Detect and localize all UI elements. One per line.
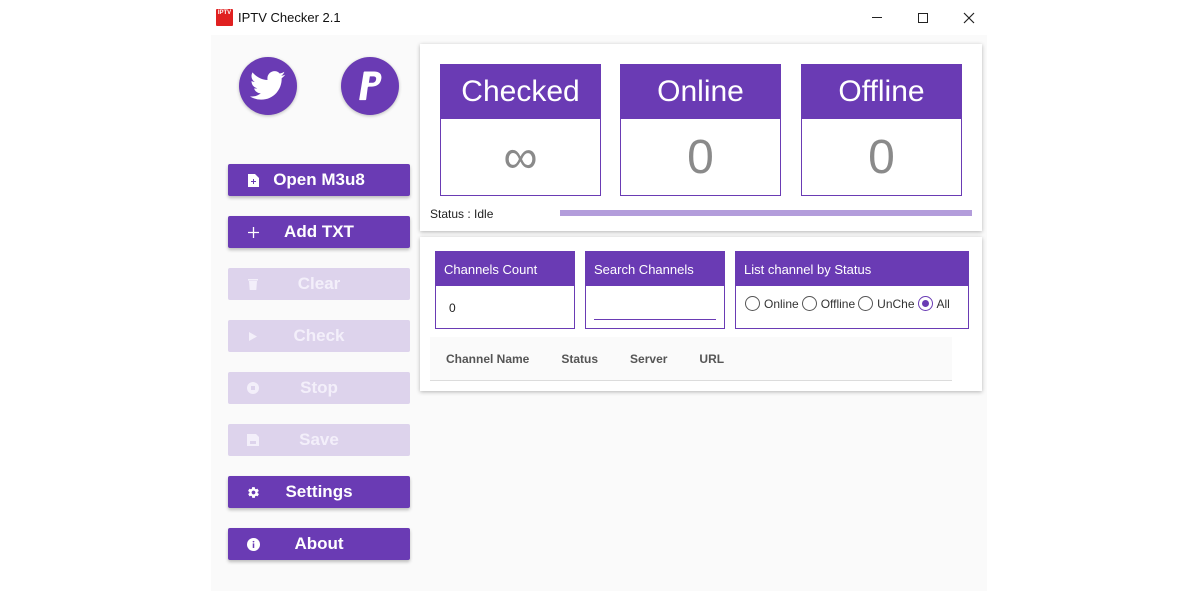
radio-online[interactable]: Online: [745, 296, 799, 311]
radio-online-label: Online: [764, 296, 799, 311]
search-input[interactable]: [594, 298, 716, 320]
checked-stat: Checked ∞: [440, 64, 601, 196]
status-radio-group: Online Offline UnChe All: [745, 296, 953, 311]
add-txt-button[interactable]: Add TXT: [228, 216, 410, 248]
radio-circle-icon: [858, 296, 874, 311]
close-button[interactable]: [946, 0, 992, 35]
maximize-button[interactable]: [900, 0, 946, 35]
search-channels-label: Search Channels: [586, 252, 724, 286]
online-value: 0: [687, 131, 714, 184]
file-icon: [246, 173, 260, 187]
radio-circle-icon: [917, 296, 933, 311]
status-text: Status : Idle: [430, 207, 494, 221]
column-server[interactable]: Server: [630, 352, 667, 366]
offline-value: 0: [868, 131, 895, 184]
channels-card: Channels Count 0 Search Channels List ch…: [420, 237, 982, 391]
app-logo-text: IPTV: [217, 10, 232, 16]
radio-offline-label: Offline: [820, 296, 856, 311]
radio-unchecked-label: UnChe: [877, 296, 915, 311]
minimize-icon: [872, 17, 882, 18]
settings-button[interactable]: Settings: [228, 476, 410, 508]
clear-button[interactable]: Clear: [228, 268, 410, 300]
status-filter-box: List channel by Status Online Offline Un…: [735, 251, 969, 329]
maximize-icon: [918, 12, 928, 23]
paypal-icon: [359, 71, 382, 101]
add-txt-label: Add TXT: [284, 222, 354, 241]
stats-card: Checked ∞ Online 0 Offline 0 Status : Id…: [420, 44, 982, 231]
stop-button[interactable]: Stop: [228, 372, 410, 404]
channels-count-value: 0: [449, 301, 456, 315]
column-url[interactable]: URL: [699, 352, 724, 366]
radio-circle-icon: [801, 296, 817, 311]
title-bar: IPTV IPTV Checker 2.1: [211, 0, 987, 35]
online-label: Online: [621, 65, 780, 119]
close-icon: [963, 12, 975, 23]
channels-table-header: Channel Name Status Server URL: [430, 337, 952, 381]
status-filter-label: List channel by Status: [736, 252, 968, 286]
offline-stat: Offline 0: [801, 64, 962, 196]
app-window: IPTV IPTV Checker 2.1 Open M3u8 Add TXT …: [211, 0, 987, 591]
radio-circle-icon: [745, 296, 760, 311]
check-button[interactable]: Check: [228, 320, 410, 352]
twitter-bird-icon: [250, 71, 286, 100]
save-icon: [246, 433, 260, 447]
window-title: IPTV Checker 2.1: [238, 10, 341, 25]
save-button[interactable]: Save: [228, 424, 410, 456]
open-m3u8-label: Open M3u8: [273, 170, 365, 189]
check-label: Check: [293, 326, 345, 345]
channels-count-box: Channels Count 0: [435, 251, 575, 329]
paypal-button[interactable]: [341, 57, 399, 115]
online-stat: Online 0: [620, 64, 781, 196]
channels-count-label: Channels Count: [436, 252, 574, 286]
stop-label: Stop: [300, 378, 338, 397]
save-label: Save: [299, 430, 339, 449]
checked-value: ∞: [503, 131, 538, 184]
minimize-button[interactable]: [854, 0, 900, 35]
info-icon: [246, 537, 260, 551]
radio-unchecked[interactable]: UnChe: [858, 296, 915, 311]
about-label: About: [294, 534, 344, 553]
open-m3u8-button[interactable]: Open M3u8: [228, 164, 410, 196]
column-status[interactable]: Status: [561, 352, 598, 366]
twitter-button[interactable]: [239, 57, 297, 115]
clear-label: Clear: [297, 274, 341, 293]
gear-icon: [246, 485, 260, 499]
app-logo-icon: IPTV: [216, 9, 233, 26]
plus-icon: [246, 225, 260, 239]
radio-all[interactable]: All: [917, 296, 950, 311]
radio-offline[interactable]: Offline: [801, 296, 856, 311]
progress-bar: [560, 210, 972, 216]
play-icon: [246, 329, 260, 343]
stop-icon: [246, 381, 260, 395]
trash-icon: [246, 277, 260, 291]
about-button[interactable]: About: [228, 528, 410, 560]
column-channel-name[interactable]: Channel Name: [446, 352, 529, 366]
progress-fill: [560, 210, 972, 216]
offline-label: Offline: [802, 65, 961, 119]
radio-all-label: All: [936, 296, 950, 311]
search-channels-box: Search Channels: [585, 251, 725, 329]
radio-dot-icon: [921, 300, 929, 307]
checked-label: Checked: [441, 65, 600, 119]
settings-label: Settings: [285, 482, 353, 501]
